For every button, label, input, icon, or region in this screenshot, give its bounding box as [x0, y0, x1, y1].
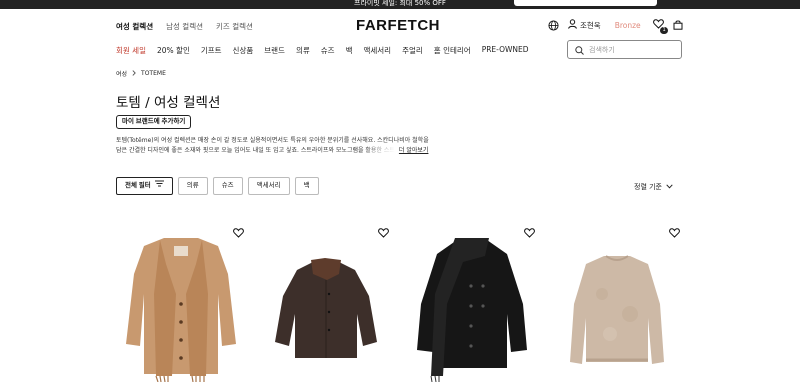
wishlist-button[interactable]: 1: [652, 19, 668, 34]
filter-icon: [154, 178, 164, 194]
product-image-brown-jacket: [275, 258, 377, 358]
tab-men[interactable]: 남성 컬렉션: [166, 21, 203, 32]
nav-accessories[interactable]: 액세서리: [363, 45, 391, 56]
all-filters-label: 전체 필터: [125, 182, 151, 189]
product-card[interactable]: [116, 220, 246, 382]
product-card[interactable]: [261, 220, 391, 382]
product-grid: [116, 220, 682, 382]
nav-jewelry[interactable]: 주얼리: [402, 45, 423, 56]
nav-member-sale[interactable]: 회원 세일: [116, 45, 146, 56]
filter-clothing[interactable]: 의류: [177, 177, 208, 195]
description-line-1: 토템(Totême)의 여성 컬렉션은 매장 손이 갈 정도로 실용적이면서도 …: [116, 137, 429, 144]
membership-tier[interactable]: Bronze: [615, 21, 641, 30]
nav-bags[interactable]: 백: [346, 45, 353, 56]
filter-shoes[interactable]: 슈즈: [212, 177, 243, 195]
farfetch-logo[interactable]: FARFETCH: [356, 17, 440, 34]
nav-brands[interactable]: 브랜드: [264, 45, 285, 56]
chevron-right-icon: [132, 69, 136, 78]
filter-bar: 전체 필터 의류 슈즈 액세서리 백: [116, 177, 319, 195]
search-input[interactable]: [589, 45, 669, 54]
filter-bags[interactable]: 백: [294, 177, 319, 195]
tab-women[interactable]: 여성 컬렉션: [116, 21, 153, 32]
nav-new-in[interactable]: 신상품: [233, 45, 254, 56]
read-more-link[interactable]: 더 알아보기: [399, 146, 429, 156]
sort-label: 정렬 기준: [634, 183, 662, 191]
promo-text[interactable]: 프라이빗 세일: 최대 50% OFF: [0, 0, 800, 9]
globe-icon[interactable]: [548, 19, 559, 31]
all-filters-button[interactable]: 전체 필터: [116, 177, 173, 195]
chevron-down-icon: [666, 183, 673, 191]
user-icon: [568, 19, 577, 31]
nav-shoes[interactable]: 슈즈: [321, 45, 335, 56]
nav-home[interactable]: 홈 인테리어: [434, 45, 471, 56]
breadcrumb-toteme[interactable]: TOTEME: [141, 70, 166, 77]
description-line-2: 담은 간결한 디자인에 좋은 소재와 핏으로 오늘 입어도 내일 또 입고 싶죠…: [116, 147, 395, 154]
header-actions: 조현욱 Bronze 1: [548, 19, 683, 34]
wishlist-count-badge: 1: [660, 27, 668, 34]
product-card[interactable]: [407, 220, 537, 382]
product-image-camel-jacket: [126, 238, 236, 382]
gender-tabs: 여성 컬렉션 남성 컬렉션 키즈 컬렉션: [116, 21, 253, 32]
product-image-black-coat: [417, 238, 527, 382]
breadcrumb-women[interactable]: 여성: [116, 69, 127, 78]
category-nav: 회원 세일 20% 할인 기프트 신상품 브랜드 의류 슈즈 백 액세서리 주얼…: [116, 45, 529, 56]
promo-dismiss-area[interactable]: [514, 0, 657, 6]
search-icon: [575, 40, 584, 59]
promo-banner[interactable]: 프라이빗 세일: 최대 50% OFF: [0, 0, 800, 9]
product-card[interactable]: [552, 220, 682, 382]
tab-kids[interactable]: 키즈 컬렉션: [216, 21, 253, 32]
nav-gifts[interactable]: 기프트: [201, 45, 222, 56]
filter-accessories[interactable]: 액세서리: [247, 177, 290, 195]
user-account[interactable]: 조현욱: [568, 19, 601, 31]
nav-20-off[interactable]: 20% 할인: [157, 45, 190, 56]
add-to-my-brands-button[interactable]: 마이 브랜드에 추가하기: [116, 115, 192, 129]
nav-pre-owned[interactable]: PRE-OWNED: [482, 45, 529, 56]
user-name: 조현욱: [580, 20, 601, 30]
sort-dropdown[interactable]: 정렬 기준: [634, 182, 673, 192]
shopping-bag-icon[interactable]: [673, 20, 683, 30]
product-image-beige-sweater: [570, 255, 664, 364]
nav-clothing[interactable]: 의류: [296, 45, 310, 56]
page-title: 토템 / 여성 컬렉션: [116, 95, 221, 111]
brand-description: 토템(Totême)의 여성 컬렉션은 매장 손이 갈 정도로 실용적이면서도 …: [116, 136, 496, 156]
breadcrumb: 여성 TOTEME: [116, 69, 166, 78]
search-box[interactable]: [567, 40, 682, 59]
